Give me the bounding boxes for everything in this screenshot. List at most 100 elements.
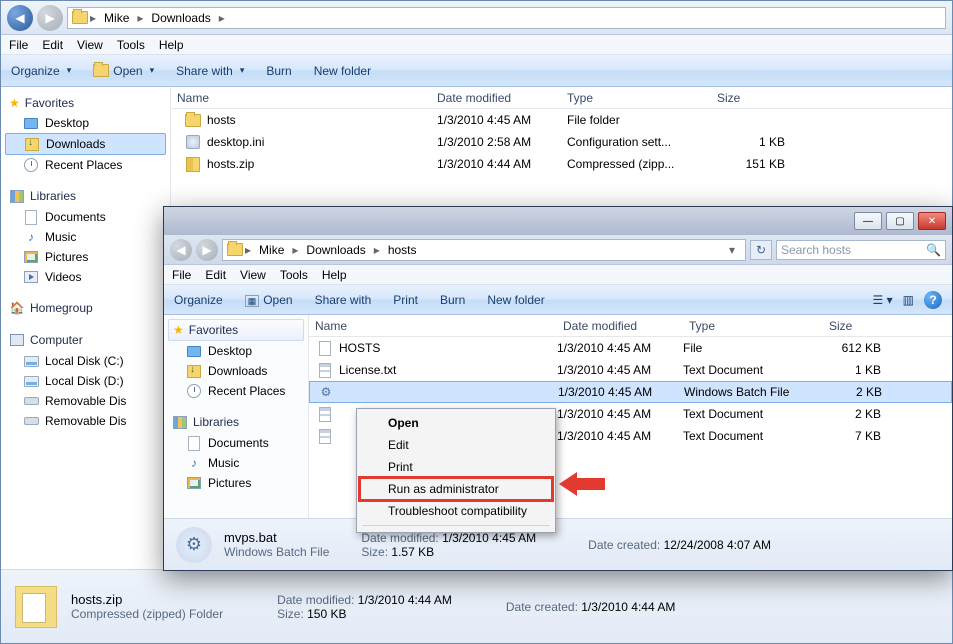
nav-forward-button[interactable]: ▶ (196, 239, 218, 261)
menu-bar: File Edit View Tools Help (164, 265, 952, 285)
nav-downloads[interactable]: Downloads (5, 133, 166, 155)
list-row[interactable]: ⚙1/3/2010 4:45 AMWindows Batch File2 KB (309, 381, 952, 403)
open-button[interactable]: Open (93, 63, 154, 79)
nav-favorites-header[interactable]: ★Favorites (168, 319, 304, 341)
menu-help[interactable]: Help (322, 268, 347, 282)
nav-pictures[interactable]: Pictures (168, 473, 304, 493)
title-bar[interactable]: — ▢ ✕ (164, 207, 952, 235)
nav-favorites-header[interactable]: ★Favorites (5, 93, 166, 113)
col-size[interactable]: Size (711, 91, 791, 105)
pictures-icon (24, 251, 38, 263)
computer-icon (10, 334, 24, 346)
list-row[interactable]: hosts1/3/2010 4:45 AMFile folder (171, 109, 952, 131)
maximize-button[interactable]: ▢ (886, 212, 914, 230)
column-headers[interactable]: Name Date modified Type Size (171, 87, 952, 109)
col-type[interactable]: Type (683, 319, 823, 333)
col-name[interactable]: Name (309, 319, 557, 333)
menu-help[interactable]: Help (159, 38, 184, 52)
view-options-button[interactable]: ☰ ▾ (873, 293, 893, 307)
breadcrumb-seg[interactable]: Downloads (300, 241, 371, 259)
nav-local-disk-d[interactable]: Local Disk (D:) (5, 371, 166, 391)
nav-pictures[interactable]: Pictures (5, 247, 166, 267)
menu-view[interactable]: View (77, 38, 103, 52)
minimize-button[interactable]: — (854, 212, 882, 230)
list-row[interactable]: HOSTS1/3/2010 4:45 AMFile612 KB (309, 337, 952, 359)
nav-videos[interactable]: Videos (5, 267, 166, 287)
organize-button[interactable]: Organize (11, 64, 71, 78)
command-bar: Organize ▦Open Share with Print Burn New… (164, 285, 952, 315)
list-row[interactable]: License.txt1/3/2010 4:45 AMText Document… (309, 359, 952, 381)
menu-tools[interactable]: Tools (117, 38, 145, 52)
nav-libraries-header[interactable]: Libraries (168, 411, 304, 433)
share-button[interactable]: Share with (176, 64, 244, 78)
col-date[interactable]: Date modified (431, 91, 561, 105)
command-bar: Organize Open Share with Burn New folder (1, 55, 952, 87)
downloads-icon (187, 365, 201, 378)
nav-documents[interactable]: Documents (5, 207, 166, 227)
burn-button[interactable]: Burn (440, 293, 465, 307)
preview-pane-button[interactable]: ▥ (903, 293, 914, 307)
chevron-down-icon[interactable]: ▾ (723, 243, 741, 257)
print-button[interactable]: Print (393, 293, 418, 307)
detail-size-label: Size: (277, 607, 304, 621)
ctx-troubleshoot-compatibility[interactable]: Troubleshoot compatibility (360, 500, 552, 522)
refresh-button[interactable]: ↻ (750, 240, 772, 260)
nav-back-button[interactable]: ◀ (170, 239, 192, 261)
close-button[interactable]: ✕ (918, 212, 946, 230)
list-row[interactable]: desktop.ini1/3/2010 2:58 AMConfiguration… (171, 131, 952, 153)
ctx-print[interactable]: Print (360, 456, 552, 478)
videos-icon (24, 271, 38, 283)
breadcrumb-seg[interactable]: hosts (382, 241, 423, 259)
new-folder-button[interactable]: New folder (314, 64, 371, 78)
new-folder-button[interactable]: New folder (487, 293, 544, 307)
col-type[interactable]: Type (561, 91, 711, 105)
nav-desktop[interactable]: Desktop (168, 341, 304, 361)
nav-homegroup-header[interactable]: Homegroup (5, 297, 166, 319)
menu-view[interactable]: View (240, 268, 266, 282)
nav-downloads[interactable]: Downloads (168, 361, 304, 381)
nav-desktop[interactable]: Desktop (5, 113, 166, 133)
menu-tools[interactable]: Tools (280, 268, 308, 282)
col-size[interactable]: Size (823, 319, 893, 333)
col-date[interactable]: Date modified (557, 319, 683, 333)
col-name[interactable]: Name (171, 91, 431, 105)
nav-back-button[interactable]: ◀ (7, 5, 33, 31)
menu-edit[interactable]: Edit (205, 268, 226, 282)
ctx-edit[interactable]: Edit (360, 434, 552, 456)
share-button[interactable]: Share with (315, 293, 372, 307)
breadcrumb[interactable]: ▸ Mike ▸ Downloads ▸ (67, 7, 946, 29)
txt-icon (317, 428, 333, 444)
nav-local-disk-c[interactable]: Local Disk (C:) (5, 351, 166, 371)
detail-dc: 12/24/2008 4:07 AM (664, 538, 771, 552)
file-date: 1/3/2010 4:45 AM (557, 341, 683, 355)
menu-file[interactable]: File (172, 268, 191, 282)
detail-dc-label: Date created: (506, 600, 578, 614)
ctx-run-as-administrator[interactable]: Run as administrator (360, 478, 552, 500)
breadcrumb-seg[interactable]: Mike (98, 9, 135, 27)
burn-button[interactable]: Burn (266, 64, 291, 78)
nav-removable-2[interactable]: Removable Dis (5, 411, 166, 431)
open-button[interactable]: ▦Open (245, 293, 293, 307)
nav-recent-places[interactable]: Recent Places (168, 381, 304, 401)
search-input[interactable]: Search hosts 🔍 (776, 240, 946, 260)
list-row[interactable]: hosts.zip1/3/2010 4:44 AMCompressed (zip… (171, 153, 952, 175)
desktop-icon (187, 346, 201, 357)
menu-edit[interactable]: Edit (42, 38, 63, 52)
breadcrumb[interactable]: ▸ Mike▸ Downloads▸ hosts ▾ (222, 239, 746, 261)
nav-libraries-header[interactable]: Libraries (5, 185, 166, 207)
nav-removable-1[interactable]: Removable Dis (5, 391, 166, 411)
nav-music[interactable]: Music (168, 453, 304, 473)
nav-music[interactable]: Music (5, 227, 166, 247)
breadcrumb-seg[interactable]: Mike (253, 241, 290, 259)
organize-button[interactable]: Organize (174, 293, 223, 307)
column-headers[interactable]: Name Date modified Type Size (309, 315, 952, 337)
menu-file[interactable]: File (9, 38, 28, 52)
breadcrumb-seg[interactable]: Downloads (145, 9, 216, 27)
ctx-open[interactable]: Open (360, 412, 552, 434)
nav-computer-header[interactable]: Computer (5, 329, 166, 351)
nav-documents[interactable]: Documents (168, 433, 304, 453)
removable-icon (24, 417, 39, 425)
nav-forward-button[interactable]: ▶ (37, 5, 63, 31)
help-button[interactable]: ? (924, 291, 942, 309)
nav-recent-places[interactable]: Recent Places (5, 155, 166, 175)
